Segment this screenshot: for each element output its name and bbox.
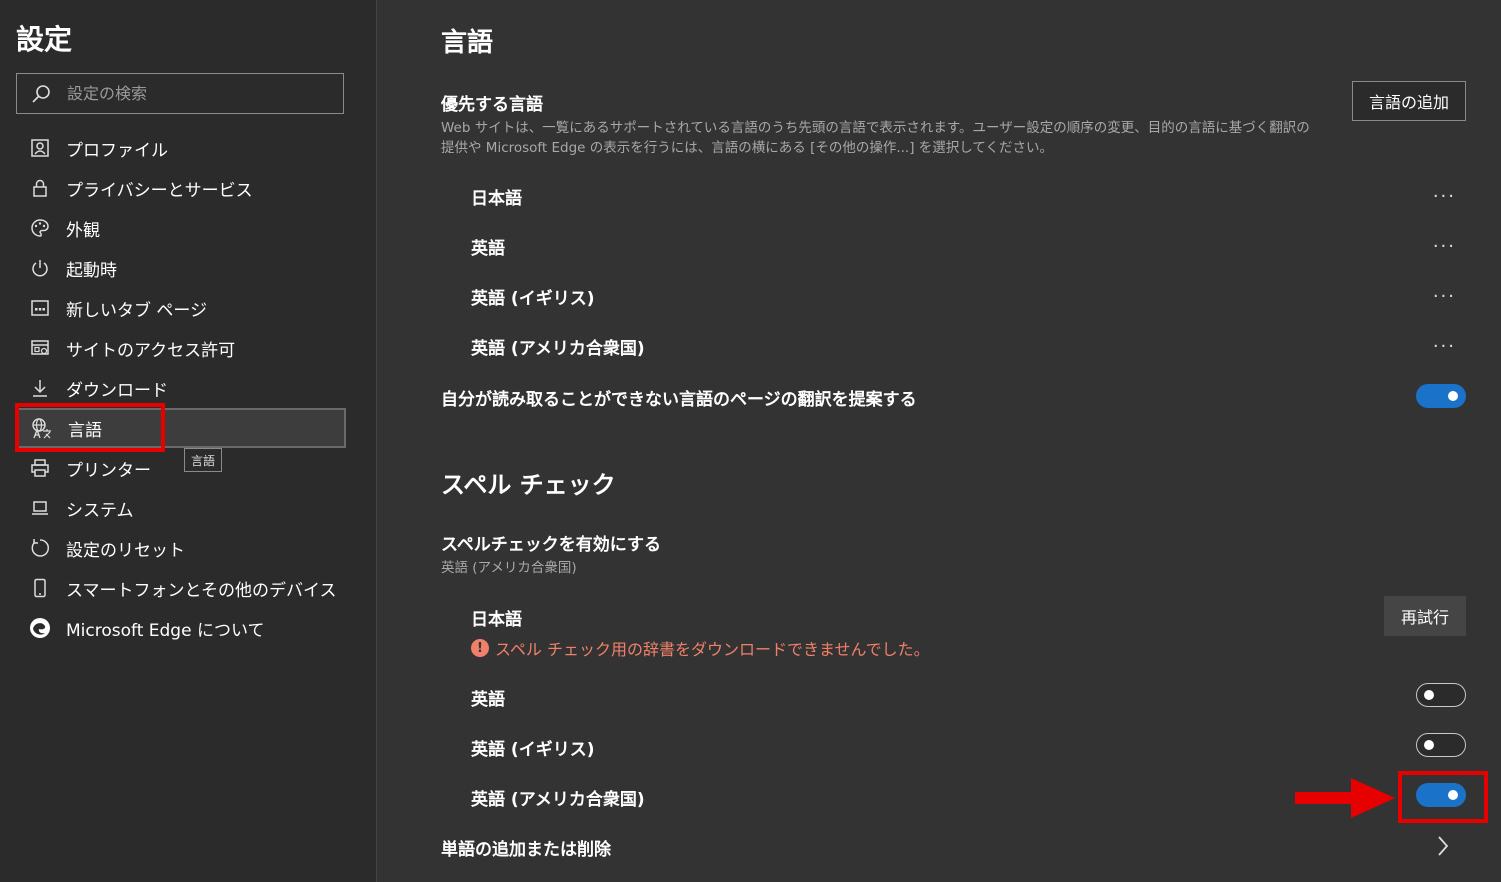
download-icon [28, 376, 52, 400]
chevron-right-icon[interactable] [1436, 835, 1450, 857]
spell-error: ! スペル チェック用の辞書をダウンロードできませんでした。 [471, 636, 930, 660]
sidebar: 設定 プロファイル プライバシーとサービス 外観 [0, 0, 377, 882]
power-icon [28, 256, 52, 280]
page-title: 言語 [441, 28, 494, 58]
search-icon [32, 84, 50, 103]
phone-icon [28, 576, 52, 600]
sidebar-item-label: 起動時 [66, 260, 117, 281]
sidebar-item-appearance[interactable]: 外観 [16, 208, 346, 248]
enable-spellcheck-label: スペルチェックを有効にする [441, 535, 661, 555]
edge-logo-icon [28, 616, 52, 640]
preferred-language-row: 英語 (イギリス) ··· [471, 276, 1466, 316]
more-actions-icon[interactable]: ··· [1433, 336, 1456, 357]
sidebar-nav: プロファイル プライバシーとサービス 外観 起動時 新しいタブ ページ サイトの… [16, 128, 346, 648]
red-arrow-icon [1295, 778, 1395, 818]
spellcheck-title: スペル チェック [441, 471, 616, 499]
language-name: 英語 (イギリス) [471, 288, 595, 309]
sidebar-item-label: プロファイル [66, 140, 168, 161]
sidebar-item-label: ダウンロード [66, 380, 168, 401]
site-permissions-icon [28, 336, 52, 360]
sidebar-item-label: 外観 [66, 220, 100, 241]
offer-translate-toggle[interactable] [1416, 384, 1466, 408]
sidebar-item-label: 言語 [68, 420, 102, 441]
profile-icon [28, 136, 52, 160]
palette-icon [28, 216, 52, 240]
printer-icon [28, 456, 52, 480]
preferred-language-row: 英語 ··· [471, 226, 1466, 266]
sidebar-item-startup[interactable]: 起動時 [16, 248, 346, 288]
sidebar-item-label: Microsoft Edge について [66, 620, 265, 641]
sidebar-item-language[interactable]: 言語 [16, 408, 346, 448]
language-name: 日本語 [471, 188, 522, 209]
sidebar-item-privacy[interactable]: プライバシーとサービス [16, 168, 346, 208]
sidebar-item-label: プライバシーとサービス [66, 180, 253, 201]
retry-button[interactable]: 再試行 [1383, 596, 1466, 636]
sidebar-item-about[interactable]: Microsoft Edge について [16, 608, 346, 648]
more-actions-icon[interactable]: ··· [1433, 236, 1456, 257]
spell-toggle-english-us[interactable] [1416, 783, 1466, 807]
more-actions-icon[interactable]: ··· [1433, 286, 1456, 307]
offer-translate-label: 自分が読み取ることができない言語のページの翻訳を提案する [441, 390, 917, 410]
sidebar-item-label: 設定のリセット [66, 540, 185, 561]
sidebar-item-phone[interactable]: スマートフォンとその他のデバイス [16, 568, 346, 608]
spell-language-english-us: 英語 (アメリカ合衆国) [471, 790, 645, 810]
toggle-knob [1448, 790, 1458, 800]
language-name: 英語 (アメリカ合衆国) [471, 338, 645, 359]
sidebar-item-printers[interactable]: プリンター [16, 448, 346, 488]
sidebar-item-reset[interactable]: 設定のリセット [16, 528, 346, 568]
language-name: 英語 [471, 238, 505, 259]
spell-language-english-uk: 英語 (イギリス) [471, 740, 595, 760]
enable-spellcheck-sub: 英語 (アメリカ合衆国) [441, 560, 577, 576]
preferred-languages-title: 優先する言語 [441, 95, 543, 115]
sidebar-item-label: プリンター [66, 460, 151, 481]
preferred-language-row: 日本語 ··· [471, 176, 1466, 216]
toggle-knob [1424, 690, 1434, 700]
sidebar-item-profile[interactable]: プロファイル [16, 128, 346, 168]
sidebar-item-site-permissions[interactable]: サイトのアクセス許可 [16, 328, 346, 368]
system-icon [28, 496, 52, 520]
sidebar-item-new-tab[interactable]: 新しいタブ ページ [16, 288, 346, 328]
search-input[interactable] [65, 83, 343, 104]
language-icon [30, 416, 54, 440]
spell-error-text: スペル チェック用の辞書をダウンロードできませんでした。 [495, 640, 930, 659]
add-language-button[interactable]: 言語の追加 [1351, 81, 1466, 121]
add-remove-words-label[interactable]: 単語の追加または削除 [441, 835, 611, 860]
sidebar-item-label: サイトのアクセス許可 [66, 340, 236, 361]
spell-language-japanese: 日本語 [471, 610, 522, 630]
sidebar-item-label: スマートフォンとその他のデバイス [66, 580, 337, 601]
tooltip: 言語 [184, 448, 222, 472]
spell-language-english: 英語 [471, 690, 505, 710]
sidebar-item-downloads[interactable]: ダウンロード [16, 368, 346, 408]
new-tab-icon [28, 296, 52, 320]
more-actions-icon[interactable]: ··· [1433, 186, 1456, 207]
spell-toggle-english[interactable] [1416, 683, 1466, 707]
sidebar-item-system[interactable]: システム [16, 488, 346, 528]
reset-icon [28, 536, 52, 560]
sidebar-item-label: システム [66, 500, 134, 521]
toggle-knob [1448, 391, 1458, 401]
error-icon: ! [471, 639, 489, 657]
sidebar-title: 設定 [16, 23, 73, 56]
sidebar-item-label: 新しいタブ ページ [66, 300, 208, 321]
toggle-knob [1424, 740, 1434, 750]
spell-toggle-english-uk[interactable] [1416, 733, 1466, 757]
preferred-language-row: 英語 (アメリカ合衆国) ··· [471, 326, 1466, 366]
lock-icon [28, 176, 52, 200]
search-box[interactable] [16, 73, 344, 114]
preferred-languages-description: Web サイトは、一覧にあるサポートされている言語のうち先頭の言語で表示されます… [441, 120, 1310, 156]
